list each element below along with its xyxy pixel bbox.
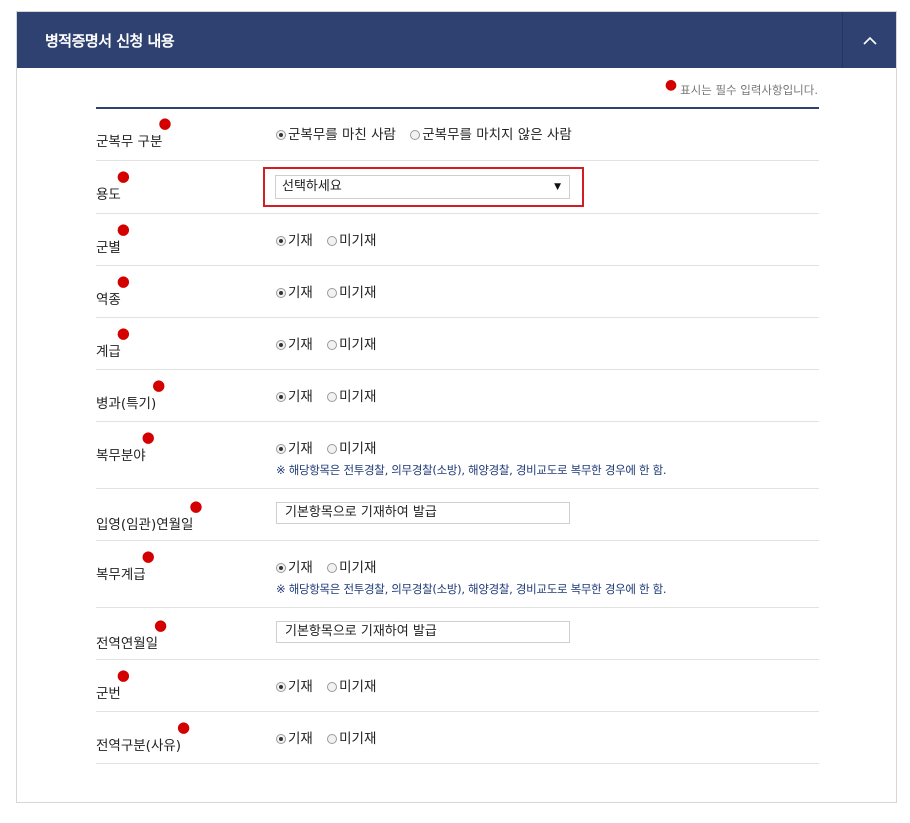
- radio-unchecked-icon: [327, 444, 338, 454]
- field-label: 군복무 구분 ●: [96, 114, 172, 151]
- radio-include[interactable]: 기재: [276, 675, 313, 695]
- field-label: 전역연월일 ●: [96, 616, 168, 653]
- radio-not-completed-service[interactable]: 군복무를 마치지 않은 사람: [410, 123, 572, 143]
- row-service-class: 역종 ● 기재 미기재: [96, 266, 819, 318]
- radio-exclude[interactable]: 미기재: [327, 333, 376, 353]
- radio-checked-icon: [276, 734, 286, 744]
- required-dot-icon: ●: [116, 167, 130, 185]
- service-class-radio-group: 기재 미기재: [276, 281, 386, 301]
- radio-unchecked-icon: [327, 340, 338, 350]
- radio-exclude[interactable]: 미기재: [327, 675, 376, 695]
- required-dot-icon: ●: [152, 376, 166, 394]
- field-label: 복무분야 ●: [96, 428, 155, 465]
- radio-include[interactable]: 기재: [276, 333, 313, 353]
- purpose-select[interactable]: 선택하세요 ▼: [275, 175, 570, 199]
- required-dot-icon: ●: [116, 666, 130, 684]
- radio-include[interactable]: 기재: [276, 556, 313, 576]
- panel-title: 병적증명서 신청 내용: [45, 32, 175, 50]
- radio-include[interactable]: 기재: [276, 385, 313, 405]
- field-label: 전역구분(사유) ●: [96, 718, 191, 755]
- radio-completed-service[interactable]: 군복무를 마친 사람: [276, 123, 396, 143]
- branch-radio-group: 기재 미기재: [276, 229, 386, 249]
- row-rank: 계급 ● 기재 미기재: [96, 318, 819, 370]
- radio-checked-icon: [276, 392, 286, 402]
- radio-checked-icon: [276, 563, 286, 573]
- radio-checked-icon: [276, 444, 286, 454]
- radio-include[interactable]: 기재: [276, 727, 313, 747]
- radio-unchecked-icon: [327, 682, 338, 692]
- chevron-up-icon: [862, 36, 877, 45]
- collapse-button[interactable]: [842, 12, 896, 68]
- row-enlist-date: 입영(임관)연월일 ● 기본항목으로 기재하여 발급: [96, 489, 819, 541]
- required-dot-icon: ●: [154, 616, 168, 634]
- radio-include[interactable]: 기재: [276, 229, 313, 249]
- row-service-number: 군번 ● 기재 미기재: [96, 660, 819, 712]
- field-label: 군별 ●: [96, 220, 130, 257]
- row-service-field: 복무분야 ● 기재 미기재 ※ 해당항목은 전투경찰, 의무경찰(소방), 해양경…: [96, 422, 819, 489]
- purpose-select-highlight: 선택하세요 ▼: [263, 167, 584, 207]
- radio-checked-icon: [276, 682, 286, 692]
- required-note: ● 표시는 필수 입력사항입니다.: [664, 77, 818, 97]
- application-form: 군복무 구분 ● 군복무를 마친 사람 군복무를 마치지 않은 사람 용도 ● 선택…: [96, 107, 819, 764]
- service-rank-radio-group: 기재 미기재: [276, 556, 386, 576]
- required-dot-icon: ●: [141, 547, 155, 565]
- required-dot-icon: ●: [664, 77, 678, 93]
- field-label: 입영(임관)연월일 ●: [96, 497, 203, 534]
- required-dot-icon: ●: [141, 428, 155, 446]
- radio-exclude[interactable]: 미기재: [327, 556, 376, 576]
- enlist-date-field: 기본항목으로 기재하여 발급: [276, 502, 570, 524]
- row-purpose: 용도 ● 선택하세요 ▼: [96, 161, 819, 214]
- service-field-radio-group: 기재 미기재: [276, 437, 386, 457]
- specialty-radio-group: 기재 미기재: [276, 385, 386, 405]
- radio-include[interactable]: 기재: [276, 281, 313, 301]
- field-label: 계급 ●: [96, 324, 130, 361]
- radio-checked-icon: [276, 236, 286, 246]
- radio-unchecked-icon: [327, 236, 338, 246]
- row-discharge-date: 전역연월일 ● 기본항목으로 기재하여 발급: [96, 608, 819, 660]
- radio-unchecked-icon: [327, 288, 338, 298]
- row-service-rank: 복무계급 ● 기재 미기재 ※ 해당항목은 전투경찰, 의무경찰(소방), 해양경…: [96, 541, 819, 608]
- radio-exclude[interactable]: 미기재: [327, 727, 376, 747]
- radio-checked-icon: [276, 130, 286, 140]
- radio-checked-icon: [276, 340, 286, 350]
- radio-unchecked-icon: [327, 563, 338, 573]
- field-label: 용도 ●: [96, 167, 130, 204]
- service-type-radio-group: 군복무를 마친 사람 군복무를 마치지 않은 사람: [276, 123, 582, 143]
- row-service-type: 군복무 구분 ● 군복무를 마친 사람 군복무를 마치지 않은 사람: [96, 109, 819, 161]
- field-label: 병과(특기) ●: [96, 376, 166, 413]
- rank-radio-group: 기재 미기재: [276, 333, 386, 353]
- service-rank-note: ※ 해당항목은 전투경찰, 의무경찰(소방), 해양경찰, 경비교도로 복무한 …: [276, 582, 667, 596]
- radio-exclude[interactable]: 미기재: [327, 385, 376, 405]
- row-discharge-type: 전역구분(사유) ● 기재 미기재: [96, 712, 819, 764]
- required-dot-icon: ●: [158, 114, 172, 132]
- service-field-note: ※ 해당항목은 전투경찰, 의무경찰(소방), 해양경찰, 경비교도로 복무한 …: [276, 463, 667, 477]
- radio-unchecked-icon: [327, 734, 338, 744]
- panel-header: 병적증명서 신청 내용: [17, 12, 896, 68]
- radio-unchecked-icon: [327, 392, 338, 402]
- radio-exclude[interactable]: 미기재: [327, 437, 376, 457]
- required-dot-icon: ●: [189, 497, 203, 515]
- dropdown-arrow-icon: ▼: [554, 182, 561, 192]
- service-number-radio-group: 기재 미기재: [276, 675, 386, 695]
- discharge-date-field: 기본항목으로 기재하여 발급: [276, 621, 570, 643]
- radio-include[interactable]: 기재: [276, 437, 313, 457]
- required-dot-icon: ●: [116, 220, 130, 238]
- radio-checked-icon: [276, 288, 286, 298]
- required-dot-icon: ●: [116, 272, 130, 290]
- field-label: 복무계급 ●: [96, 547, 155, 584]
- row-branch: 군별 ● 기재 미기재: [96, 214, 819, 266]
- row-specialty: 병과(특기) ● 기재 미기재: [96, 370, 819, 422]
- radio-exclude[interactable]: 미기재: [327, 281, 376, 301]
- required-dot-icon: ●: [116, 324, 130, 342]
- required-dot-icon: ●: [176, 718, 191, 736]
- radio-exclude[interactable]: 미기재: [327, 229, 376, 249]
- application-panel: 병적증명서 신청 내용 ● 표시는 필수 입력사항입니다. 군복무 구분 ● 군복무…: [16, 11, 897, 803]
- field-label: 군번 ●: [96, 666, 130, 703]
- discharge-type-radio-group: 기재 미기재: [276, 727, 386, 747]
- radio-unchecked-icon: [410, 130, 421, 140]
- field-label: 역종 ●: [96, 272, 130, 309]
